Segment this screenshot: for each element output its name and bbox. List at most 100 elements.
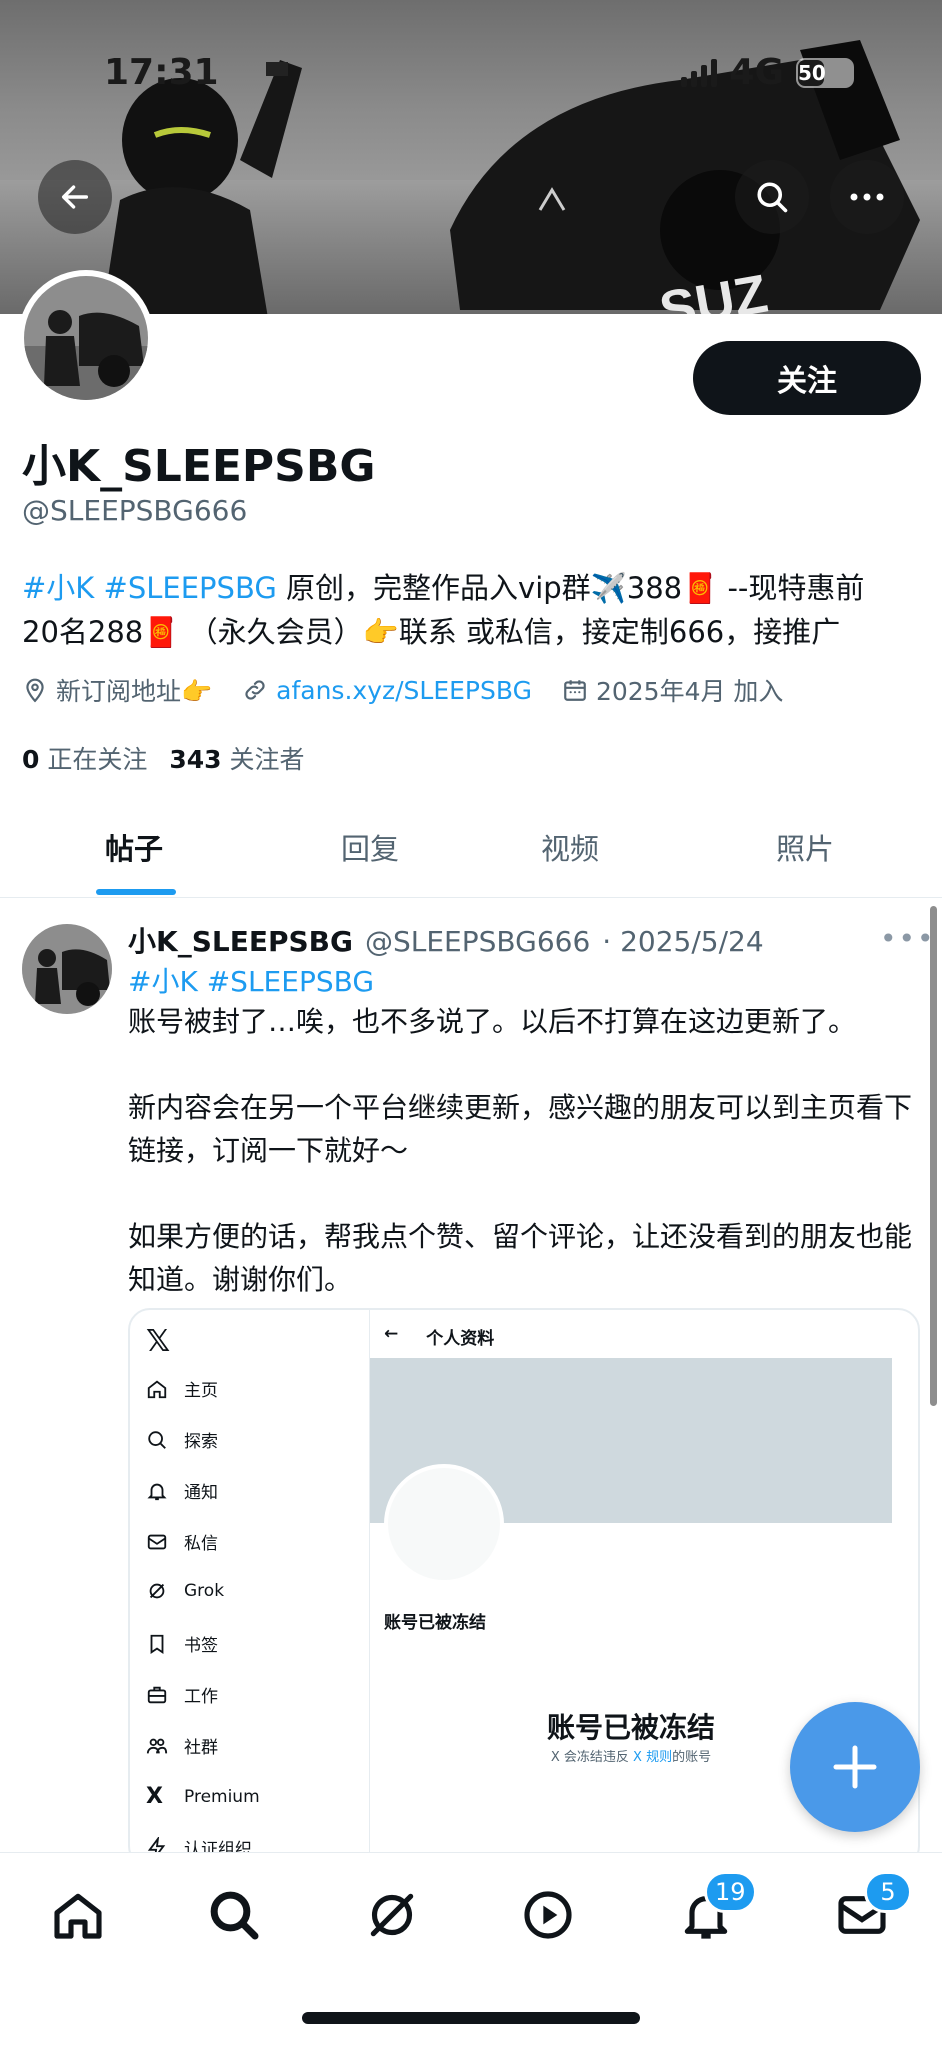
search-button[interactable] — [735, 160, 809, 234]
profile-avatar[interactable] — [18, 270, 154, 406]
messages-badge: 5 — [864, 1871, 912, 1913]
embed-nav-label: Grok — [184, 1581, 225, 1601]
tab-videos[interactable]: 视频 — [541, 826, 599, 868]
x-logo-icon: 𝕏 — [146, 1324, 171, 1359]
embed-rules-link: X 规则 — [633, 1750, 673, 1765]
notifications-badge: 19 — [704, 1871, 757, 1913]
embed-nav-notifications: 通知 — [146, 1478, 218, 1503]
post-hashtags[interactable]: #小K #SLEEPSBG — [128, 960, 374, 1000]
search-icon — [148, 1430, 166, 1449]
profile-display-name: 小K_SLEEPSBG — [22, 441, 376, 492]
more-options-button[interactable] — [830, 160, 904, 234]
back-button[interactable] — [38, 160, 112, 234]
bio-text-line2: 20名288🧧 （永久会员）👉联系 或私信，接定制666，接推广 — [22, 615, 841, 649]
scrollbar[interactable] — [930, 906, 937, 1406]
followers-count: 343 — [169, 745, 222, 774]
embed-subtitle-post: 的账号 — [672, 1750, 712, 1765]
home-indicator[interactable] — [302, 2012, 640, 2024]
arrow-left-icon: ← — [384, 1324, 399, 1344]
grok-icon — [370, 1893, 414, 1937]
embed-nav-explore: 探索 — [146, 1427, 218, 1452]
embed-avatar — [384, 1464, 504, 1584]
post-paragraph: 账号被封了…唉，也不多说了。以后不打算在这边更新了。 — [128, 1005, 857, 1038]
embed-nav-label: Premium — [184, 1786, 260, 1807]
embed-nav-label: 书签 — [184, 1636, 218, 1656]
profile-location: 新订阅地址👉 — [22, 672, 212, 708]
post-more-icon[interactable]: ••• — [880, 922, 936, 955]
profile-website[interactable]: afans.xyz/SLEEPSBG — [242, 676, 532, 705]
nav-grok[interactable] — [360, 1883, 424, 1947]
profile-tabs: 帖子 回复 视频 照片 — [0, 800, 942, 898]
tab-photos[interactable]: 照片 — [776, 826, 834, 868]
more-icon — [850, 193, 884, 201]
embed-nav-communities: 社群 — [146, 1733, 218, 1758]
embed-sidebar: 𝕏 主页 探索 通知 私信 Grok 书签 工作 社群 X Premium 认证… — [130, 1310, 370, 1866]
status-time: 17:31 — [104, 52, 219, 93]
embed-nav-home: 主页 — [146, 1376, 218, 1401]
profile-bio: #小K #SLEEPSBG 原创，完整作品入vip群✈️388🧧 --现特惠前 … — [22, 566, 922, 654]
embed-nav-label: 工作 — [184, 1687, 218, 1707]
embed-topbar: ← 个人资料 — [384, 1324, 494, 1349]
bookmark-icon — [150, 1634, 164, 1654]
embed-nav-jobs: 工作 — [146, 1682, 218, 1707]
following-label: 正在关注 — [47, 745, 148, 774]
nav-search[interactable] — [202, 1883, 266, 1947]
plus-icon — [833, 1745, 877, 1789]
tab-replies[interactable]: 回复 — [341, 826, 399, 868]
post-author-handle[interactable]: @SLEEPSBG666 — [365, 925, 590, 958]
followers-stat[interactable]: 343 关注者 — [169, 740, 304, 776]
home-icon — [147, 1380, 167, 1398]
compose-button[interactable] — [790, 1702, 920, 1832]
embed-nav-label: 探索 — [184, 1432, 218, 1452]
embed-nav-label: 社群 — [184, 1738, 218, 1758]
embed-nav-grok: Grok — [146, 1580, 224, 1602]
play-icon — [524, 1891, 572, 1939]
post-avatar-photo — [22, 924, 112, 1014]
location-pin-icon — [26, 678, 44, 703]
signal-icon — [681, 58, 718, 87]
tab-posts[interactable]: 帖子 — [105, 826, 163, 868]
location-text: 新订阅地址👉 — [56, 677, 213, 706]
search-icon — [757, 182, 788, 213]
embed-nav-label: 主页 — [184, 1381, 218, 1401]
battery-icon: 50 — [796, 57, 854, 88]
network-type: 4G — [729, 52, 784, 93]
followers-label: 关注者 — [229, 745, 305, 774]
embed-topbar-title: 个人资料 — [426, 1329, 495, 1349]
post-avatar[interactable] — [22, 924, 112, 1014]
nav-messages[interactable]: 5 — [830, 1871, 912, 1947]
nav-home[interactable] — [46, 1883, 110, 1947]
following-stat[interactable]: 0 正在关注 — [22, 740, 147, 776]
bell-icon — [147, 1483, 167, 1500]
embed-frozen-label: 账号已被冻结 — [384, 1613, 486, 1633]
post-header: 小K_SLEEPSBG @SLEEPSBG666 · 2025/5/24 — [128, 920, 764, 960]
embed-nav-messages: 私信 — [146, 1529, 218, 1554]
post-paragraph: 新内容会在另一个平台继续更新，感兴趣的朋友可以到主页看下链接，订阅一下就好～ — [128, 1091, 913, 1167]
embed-nav-bookmarks: 书签 — [146, 1631, 218, 1656]
website-link[interactable]: afans.xyz/SLEEPSBG — [276, 676, 532, 705]
post-date: · 2025/5/24 — [602, 925, 764, 958]
joined-text: 2025年4月 加入 — [595, 677, 784, 706]
mail-icon — [147, 1534, 167, 1549]
follow-button[interactable]: 关注 — [693, 341, 921, 415]
briefcase-icon — [147, 1686, 167, 1703]
bio-hashtags[interactable]: #小K #SLEEPSBG — [22, 571, 277, 605]
profile-meta: 新订阅地址👉 afans.xyz/SLEEPSBG 2025年4月 加入 — [22, 672, 783, 708]
nav-video[interactable] — [516, 1883, 580, 1947]
post-author-name[interactable]: 小K_SLEEPSBG — [128, 920, 353, 960]
communities-icon — [146, 1738, 168, 1753]
search-icon — [210, 1891, 259, 1940]
embed-subtitle-pre: X 会冻结违反 — [550, 1750, 634, 1765]
embed-nav-premium: X Premium — [146, 1784, 260, 1809]
post-body: 账号被封了…唉，也不多说了。以后不打算在这边更新了。 新内容会在另一个平台继续更… — [128, 1000, 928, 1344]
active-tab-indicator — [96, 889, 176, 895]
profile-banner[interactable]: SUZ 17:31 4G 50 — [0, 0, 942, 314]
nav-notifications[interactable]: 19 — [674, 1871, 757, 1947]
grok-icon — [149, 1583, 165, 1599]
embed-nav-label: 私信 — [184, 1534, 218, 1554]
avatar-photo — [24, 276, 148, 400]
arrow-left-icon — [61, 185, 89, 209]
x-logo-icon: X — [146, 1784, 163, 1809]
following-count: 0 — [22, 745, 40, 774]
calendar-icon — [564, 680, 586, 701]
